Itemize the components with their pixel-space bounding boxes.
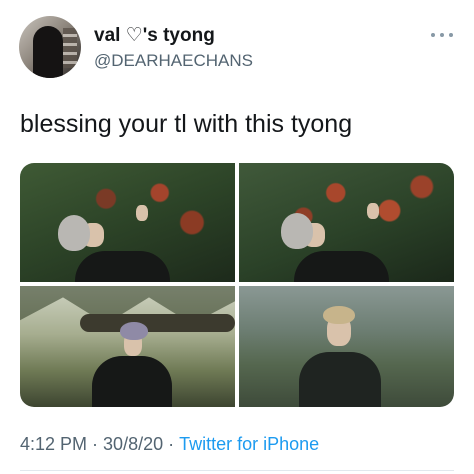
footer-separator: · xyxy=(92,434,99,454)
media-grid xyxy=(20,163,454,407)
media-photo-2[interactable] xyxy=(239,163,454,282)
tweet-source-link[interactable]: Twitter for iPhone xyxy=(179,434,319,454)
raised-hand xyxy=(367,203,379,219)
tweet-time[interactable]: 4:12 PM xyxy=(20,434,87,454)
person-silhouette xyxy=(92,356,172,407)
person-hair xyxy=(58,215,90,251)
person-hair xyxy=(281,213,313,249)
raised-hand xyxy=(136,205,148,221)
avatar-figure xyxy=(33,26,63,78)
divider xyxy=(20,470,454,471)
tweet-text: blessing your tl with this tyong xyxy=(20,110,353,138)
person-hair xyxy=(323,306,355,324)
tweet-date[interactable]: 30/8/20 xyxy=(103,434,163,454)
person-silhouette xyxy=(299,352,381,407)
user-handle[interactable]: @DEARHAECHANS xyxy=(94,51,253,71)
media-photo-3[interactable] xyxy=(20,286,235,407)
display-name[interactable]: val ♡'s tyong xyxy=(94,24,215,47)
person-silhouette xyxy=(294,251,389,282)
media-photo-1[interactable] xyxy=(20,163,235,282)
tree-branch xyxy=(80,314,235,332)
more-dots-icon[interactable] xyxy=(430,30,454,40)
footer-separator-2: · xyxy=(168,434,175,454)
avatar-shelf xyxy=(63,28,77,68)
person-silhouette xyxy=(75,251,170,282)
person-hair xyxy=(120,322,148,340)
media-photo-4[interactable] xyxy=(239,286,454,407)
tweet-footer: 4:12 PM · 30/8/20 · Twitter for iPhone xyxy=(20,434,319,455)
avatar[interactable] xyxy=(19,16,81,78)
